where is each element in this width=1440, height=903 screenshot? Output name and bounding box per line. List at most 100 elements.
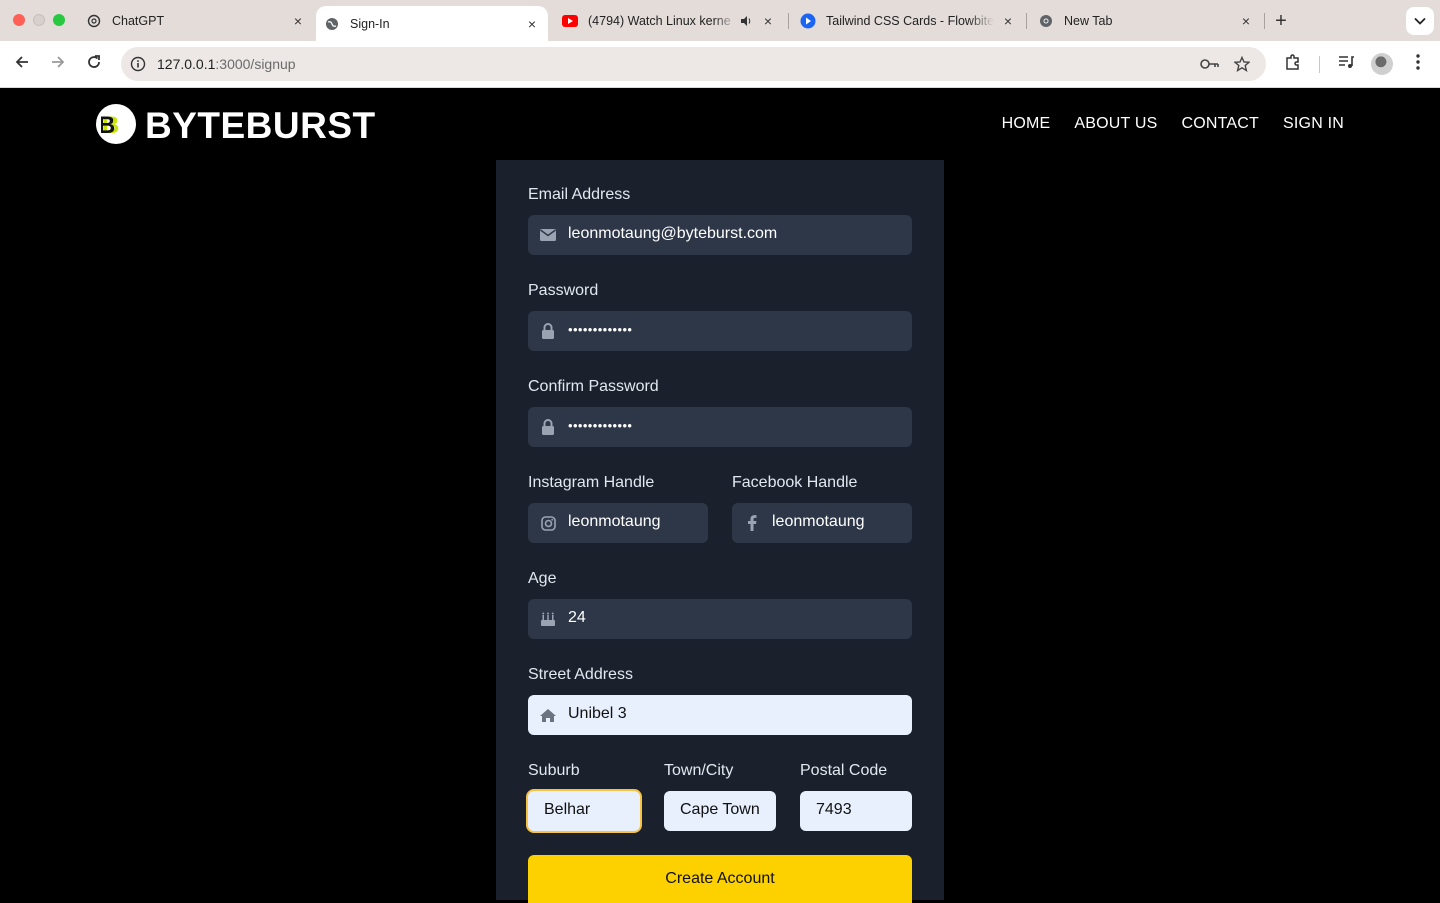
street-address-field[interactable]: Unibel 3 [528, 695, 912, 735]
create-account-button[interactable]: Create Account [528, 855, 912, 903]
new-tab-button[interactable]: + [1270, 10, 1292, 32]
url-host: 127.0.0.1 [157, 56, 216, 72]
street-address-value: Unibel 3 [568, 705, 627, 722]
age-field[interactable]: 24 [528, 599, 912, 639]
browser-tab-sign-in[interactable]: Sign-In × [316, 6, 548, 41]
address-bar[interactable]: 127.0.0.1:3000/signup [121, 47, 1266, 81]
envelope-icon [539, 226, 557, 244]
tab-title: Sign-In [350, 16, 390, 31]
svg-text:B: B [101, 112, 115, 137]
postal-code-field[interactable]: 7493 [800, 791, 912, 831]
password-key-icon[interactable] [1200, 54, 1220, 74]
url-path: :3000/signup [215, 56, 296, 72]
browser-tab-chatgpt[interactable]: ChatGPT × [86, 0, 306, 41]
instagram-icon [539, 514, 557, 532]
tab-separator [1026, 13, 1027, 29]
extensions-button[interactable] [1280, 51, 1306, 77]
tab-close-icon[interactable]: × [290, 13, 306, 29]
facebook-label: Facebook Handle [732, 474, 858, 491]
speaker-icon[interactable] [738, 13, 754, 29]
arrow-right-icon [50, 54, 66, 75]
reload-icon [86, 54, 102, 75]
email-field[interactable]: leonmotaung@byteburst.com [528, 215, 912, 255]
byteburst-logo-icon[interactable]: B B [96, 104, 136, 144]
forward-button[interactable] [45, 51, 71, 77]
instagram-field[interactable]: leonmotaung [528, 503, 708, 543]
postal-code-label: Postal Code [800, 762, 888, 779]
url-text[interactable]: 127.0.0.1:3000/signup [157, 56, 296, 72]
browser-tab-flowbite[interactable]: Tailwind CSS Cards - Flowbite × [800, 0, 1016, 41]
signup-form: Email Address leonmotaung@byteburst.com … [496, 160, 944, 903]
home-icon [539, 706, 557, 724]
globe-icon [324, 16, 340, 32]
confirm-password-label: Confirm Password [528, 378, 659, 395]
tab-title: Tailwind CSS Cards - Flowbite [826, 13, 994, 28]
tab-separator [1264, 13, 1265, 29]
nav-sign-in-link[interactable]: SIGN IN [1283, 115, 1344, 133]
profile-avatar[interactable] [1371, 53, 1393, 75]
tab-close-icon[interactable]: × [524, 16, 540, 32]
birthday-cake-icon [539, 610, 557, 628]
brand-name[interactable]: BYTEBURST [145, 105, 376, 147]
town-city-field[interactable]: Cape Town [664, 791, 776, 831]
email-value: leonmotaung@byteburst.com [568, 225, 778, 242]
lock-icon [539, 322, 557, 340]
window-close-button[interactable] [13, 14, 25, 26]
email-label: Email Address [528, 186, 631, 203]
chevron-down-icon [1414, 12, 1426, 30]
browser-toolbar: 127.0.0.1:3000/signup [0, 41, 1440, 88]
instagram-label: Instagram Handle [528, 474, 655, 491]
street-address-label: Street Address [528, 666, 633, 683]
kebab-menu-icon [1416, 53, 1420, 75]
instagram-value: leonmotaung [568, 513, 661, 530]
age-value: 24 [568, 609, 586, 626]
nav-about-link[interactable]: ABOUT US [1074, 115, 1157, 133]
window-zoom-button[interactable] [53, 14, 65, 26]
tab-separator [788, 13, 789, 29]
reload-button[interactable] [81, 51, 107, 77]
toolbar-divider [1319, 56, 1320, 73]
password-field[interactable]: ••••••••••••• [528, 311, 912, 351]
age-label: Age [528, 570, 557, 587]
main-nav: HOME ABOUT US CONTACT SIGN IN [1002, 115, 1344, 133]
bookmark-star-icon[interactable] [1232, 54, 1252, 74]
suburb-field[interactable]: Belhar [528, 791, 640, 831]
browser-menu-button[interactable] [1405, 51, 1431, 77]
facebook-value: leonmotaung [772, 513, 865, 530]
tab-search-button[interactable] [1406, 7, 1434, 35]
facebook-field[interactable]: leonmotaung [732, 503, 912, 543]
window-minimize-button[interactable] [33, 14, 45, 26]
tab-title: ChatGPT [112, 13, 165, 28]
confirm-password-field[interactable]: ••••••••••••• [528, 407, 912, 447]
lock-icon [539, 418, 557, 436]
postal-code-value: 7493 [816, 801, 852, 818]
back-button[interactable] [9, 51, 35, 77]
tab-close-icon[interactable]: × [1000, 13, 1016, 29]
browser-tab-new-tab[interactable]: New Tab × [1038, 0, 1254, 41]
chrome-icon [1038, 13, 1054, 29]
browser-tab-strip: ChatGPT × Sign-In × (4794) Watch Linux k… [0, 0, 1440, 41]
site-info-icon[interactable] [129, 55, 147, 73]
flowbite-icon [800, 13, 816, 29]
tab-close-icon[interactable]: × [760, 13, 776, 29]
town-city-value: Cape Town [680, 801, 760, 818]
puzzle-icon [1284, 53, 1302, 76]
browser-tab-youtube[interactable]: (4794) Watch Linux kerne × [562, 0, 776, 41]
town-city-label: Town/City [664, 762, 734, 779]
tab-title: (4794) Watch Linux kerne [588, 13, 731, 28]
suburb-label: Suburb [528, 762, 580, 779]
suburb-value: Belhar [544, 801, 591, 818]
nav-contact-link[interactable]: CONTACT [1181, 115, 1259, 133]
chatgpt-icon [86, 13, 102, 29]
tab-title: New Tab [1064, 13, 1113, 28]
arrow-left-icon [14, 54, 30, 75]
nav-home-link[interactable]: HOME [1002, 115, 1051, 133]
password-label: Password [528, 282, 599, 299]
signup-page: B B BYTEBURST HOME ABOUT US CONTACT SIGN… [0, 88, 1440, 903]
media-controls-button[interactable] [1333, 51, 1359, 77]
youtube-icon [562, 13, 578, 29]
password-value: ••••••••••••• [568, 322, 633, 337]
media-queue-icon [1337, 54, 1355, 75]
facebook-icon [743, 514, 761, 532]
tab-close-icon[interactable]: × [1238, 13, 1254, 29]
